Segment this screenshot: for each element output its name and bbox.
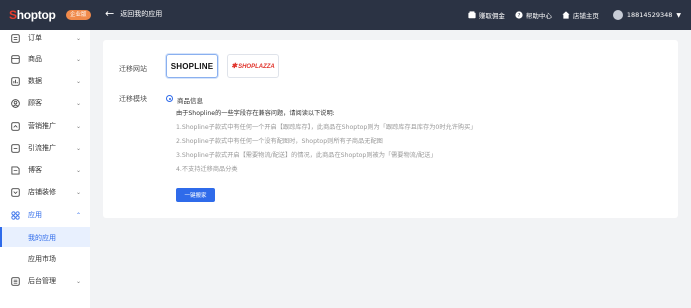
module-radio[interactable]	[166, 95, 173, 102]
decoration-icon	[11, 187, 20, 197]
home-icon	[562, 11, 570, 19]
back-arrow-icon: ←	[105, 7, 115, 20]
platform-shoplazza[interactable]: ✱SHOPLAZZA	[227, 54, 279, 78]
compat-note-1: 1.Shopline子款式中有任何一个开启【跟踪库存】，此商品在Shoptop则…	[176, 124, 477, 131]
platform-shopline[interactable]: SHOPLINE	[166, 54, 218, 78]
sidebar-item-store-design[interactable]: 店铺装修 ⌄	[0, 181, 90, 203]
chevron-down-icon: ⌄	[76, 34, 82, 42]
chevron-down-icon: ⌄	[76, 166, 82, 174]
chevron-down-icon: ⌄	[76, 77, 82, 85]
chevron-down-icon: ⌄	[76, 55, 82, 63]
back-to-my-apps-link[interactable]: ← 返回我的应用	[105, 8, 162, 20]
sidebar: 订单 ⌄ 商品 ⌄ 数据 ⌄ 顾客 ⌄ 营销推广 ⌄ 引流推广 ⌄ 博客 ⌄ 店…	[0, 30, 90, 308]
admin-icon	[11, 276, 20, 286]
blog-icon	[11, 165, 20, 175]
wallet-icon	[468, 11, 476, 19]
chevron-down-icon: ▼	[676, 11, 681, 19]
help-icon: ?	[515, 11, 523, 19]
compat-note-2: 2.Shopline子款式中有任何一个没有配图时，Shoptop则所有子商品无配…	[176, 138, 383, 145]
earn-commission-label: 赚取佣金	[478, 12, 505, 20]
apps-icon	[11, 210, 20, 220]
chevron-up-icon: ⌃	[76, 211, 82, 219]
compat-note-4: 4.不支持迁移商品分类	[176, 166, 238, 173]
chevron-down-icon: ⌄	[76, 122, 82, 130]
help-center-label: 帮助中心	[525, 12, 552, 20]
top-bar: Shoptop 企业版 ← 返回我的应用 赚取佣金 ? 帮助中心 店铺主页 18…	[0, 0, 691, 30]
site-label: 迁移网站	[119, 65, 147, 73]
sidebar-item-my-apps[interactable]: 我的应用	[0, 227, 90, 247]
sidebar-item-apps[interactable]: 应用 ⌃	[0, 204, 90, 226]
user-phone: 18814529348	[626, 11, 673, 19]
compat-note-3: 3.Shopline子款式开启【需要物流/配送】的情况，此商品在Shoptop则…	[176, 152, 437, 159]
back-label: 返回我的应用	[120, 10, 163, 18]
sidebar-item-admin[interactable]: 后台管理 ⌄	[0, 270, 90, 292]
customer-icon	[11, 98, 20, 108]
sidebar-item-blog[interactable]: 博客 ⌄	[0, 159, 90, 181]
chevron-down-icon: ⌄	[76, 144, 82, 152]
svg-text:?: ?	[517, 13, 520, 19]
module-label: 迁移模块	[119, 95, 147, 103]
compat-intro: 由于Shopline的一些字段存在兼容问题，请阅读以下说明:	[176, 110, 335, 117]
sidebar-item-orders[interactable]: 订单 ⌄	[0, 27, 90, 49]
sidebar-item-products[interactable]: 商品 ⌄	[0, 48, 90, 70]
shopline-logo: SHOPLINE	[170, 61, 214, 71]
order-icon	[11, 33, 20, 43]
store-home-link[interactable]: 店铺主页	[562, 10, 599, 20]
shoplazza-logo: ✱SHOPLAZZA	[231, 63, 275, 70]
sidebar-item-marketing[interactable]: 营销推广 ⌄	[0, 115, 90, 137]
chevron-down-icon: ⌄	[76, 99, 82, 107]
migration-card: 迁移网站 SHOPLINE ✱SHOPLAZZA 迁移模块 商品信息 由于Sho…	[103, 40, 678, 218]
earn-commission-link[interactable]: 赚取佣金	[468, 10, 505, 20]
avatar	[612, 10, 623, 20]
help-center-link[interactable]: ? 帮助中心	[515, 10, 552, 20]
sidebar-item-traffic[interactable]: 引流推广 ⌄	[0, 137, 90, 159]
sidebar-item-data[interactable]: 数据 ⌄	[0, 70, 90, 92]
user-menu[interactable]: 18814529348 ▼	[612, 10, 681, 20]
marketing-icon	[11, 121, 20, 131]
one-click-migrate-button[interactable]: 一键搬家	[176, 188, 215, 202]
data-icon	[11, 76, 20, 86]
plan-badge: 企业版	[66, 10, 91, 20]
traffic-icon	[11, 143, 20, 153]
product-icon	[11, 54, 20, 64]
store-home-label: 店铺主页	[572, 12, 599, 20]
chevron-down-icon: ⌄	[76, 188, 82, 196]
module-option-label: 商品信息	[177, 97, 203, 105]
shoptop-logo[interactable]: Shoptop	[9, 8, 56, 22]
sidebar-item-customers[interactable]: 顾客 ⌄	[0, 92, 90, 114]
sidebar-item-app-market[interactable]: 应用市场	[0, 248, 90, 268]
chevron-down-icon: ⌄	[76, 277, 82, 285]
